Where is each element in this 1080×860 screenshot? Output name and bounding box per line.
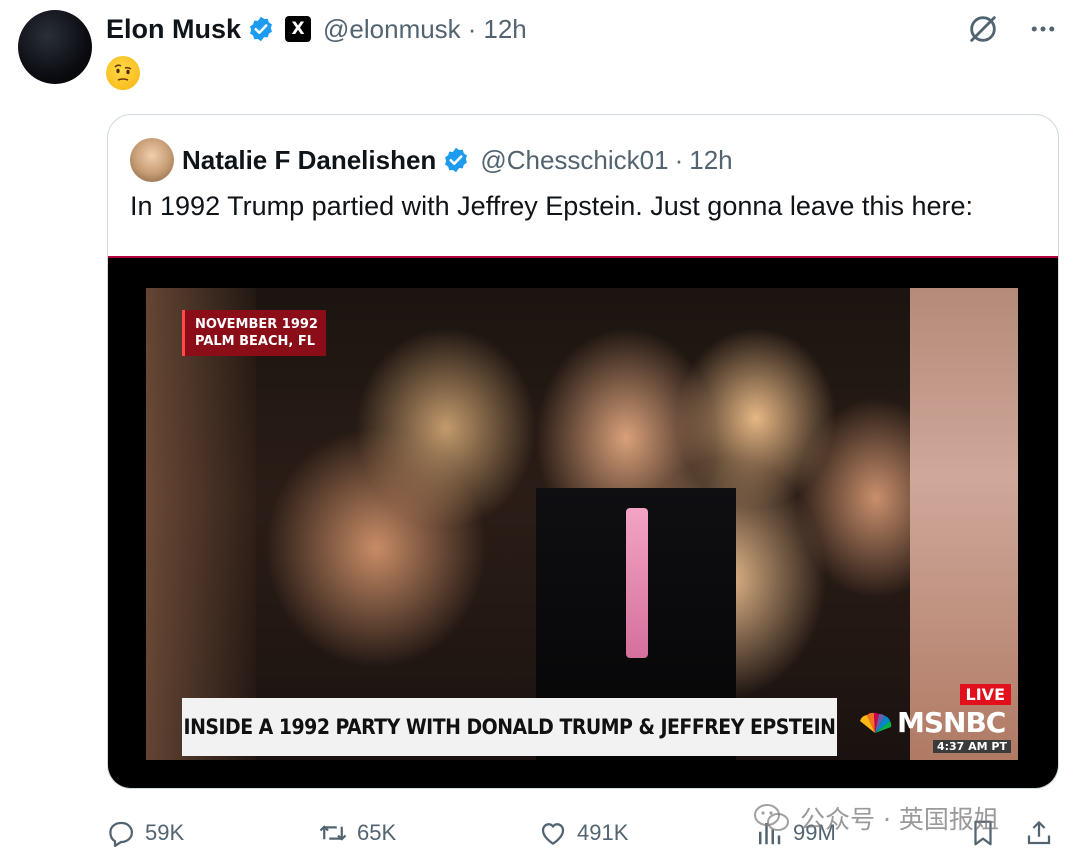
like-button[interactable]: 491K [538, 810, 628, 856]
quoted-tweet-text: In 1992 Trump partied with Jeffrey Epste… [130, 191, 973, 221]
video-location-line: PALM BEACH, FL [195, 334, 316, 349]
heart-icon [541, 823, 565, 845]
tweet-time[interactable]: 12h [483, 14, 526, 45]
raised-eyebrow-emoji-icon [106, 56, 140, 90]
author-avatar[interactable] [18, 10, 92, 84]
video-chyron: INSIDE A 1992 PARTY WITH DONALD TRUMP & … [182, 698, 837, 756]
quoted-author-handle[interactable]: @Chesschick01 [480, 145, 668, 176]
verified-badge-icon [445, 147, 468, 173]
peacock-icon [860, 712, 892, 733]
tweet-top-actions [964, 10, 1062, 48]
separator-dot: · [674, 144, 684, 175]
grok-icon[interactable] [964, 10, 1002, 48]
author-handle[interactable]: @elonmusk [323, 14, 461, 45]
video-figure-tie [626, 508, 648, 658]
watermark-text: 公众号 · 英国报姐 [800, 805, 999, 834]
more-options-icon[interactable] [1024, 10, 1062, 48]
broadcast-clock: 4:37 AM PT [932, 740, 1011, 753]
video-player[interactable]: NOVEMBER 1992 PALM BEACH, FL INSIDE A 19… [108, 256, 1058, 788]
video-frame: NOVEMBER 1992 PALM BEACH, FL INSIDE A 19… [146, 288, 1018, 760]
network-logo: MSNBC [857, 706, 1006, 739]
repost-button[interactable]: 65K [318, 810, 396, 856]
live-badge: LIVE [959, 684, 1011, 705]
watermark: 公众号 · 英国报姐 [752, 798, 999, 838]
share-icon [1027, 821, 1051, 845]
video-edge-blur [146, 288, 256, 760]
quoted-author-avatar[interactable] [130, 138, 174, 182]
verified-badge-icon [250, 16, 272, 42]
tweet-header: Elon Musk X @elonmusk · 12h [106, 10, 527, 48]
repost-count: 65K [357, 820, 397, 845]
wechat-icon [754, 804, 789, 831]
tweet: Elon Musk X @elonmusk · 12h Natalie F Da… [0, 0, 1080, 860]
x-affiliation-badge[interactable]: X [285, 16, 312, 42]
share-button[interactable] [1024, 810, 1054, 856]
video-date-label: NOVEMBER 1992 PALM BEACH, FL [182, 310, 326, 356]
network-name: MSNBC [897, 706, 1006, 739]
reply-button[interactable]: 59K [106, 810, 184, 856]
separator-dot: · [467, 13, 477, 44]
video-date-line: NOVEMBER 1992 [195, 317, 318, 332]
quoted-tweet-header: Natalie F Danelishen @Chesschick01 · 12h [130, 137, 733, 183]
quoted-tweet-time[interactable]: 12h [689, 145, 732, 176]
reply-count: 59K [145, 820, 185, 845]
reply-icon [109, 821, 133, 847]
like-count: 491K [577, 820, 629, 845]
author-name[interactable]: Elon Musk [106, 14, 241, 45]
repost-icon [319, 825, 347, 841]
quoted-author-name[interactable]: Natalie F Danelishen [182, 145, 436, 176]
network-logo-area: LIVE MSNBC 4:37 AM PT [851, 680, 1011, 760]
quoted-tweet[interactable]: Natalie F Danelishen @Chesschick01 · 12h… [107, 114, 1059, 789]
